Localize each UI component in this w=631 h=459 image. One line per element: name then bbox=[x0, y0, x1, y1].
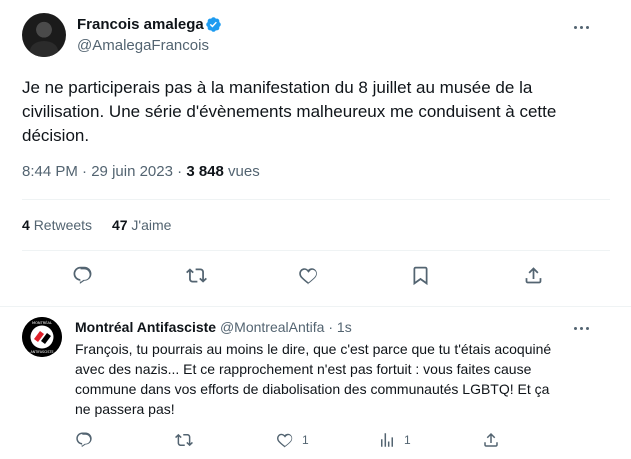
retweets-label: Retweets bbox=[33, 217, 93, 233]
tweet-meta: 8:44 PM · 29 juin 2023 · 3 848 vues bbox=[22, 163, 260, 181]
engagement-stats: 4 Retweets 47 J'aime bbox=[22, 216, 171, 234]
bookmark-icon bbox=[413, 266, 427, 285]
meta-separator: · bbox=[82, 163, 88, 180]
reply-more-options-icon[interactable] bbox=[570, 317, 592, 339]
reply-views-button[interactable]: 1 bbox=[378, 430, 411, 450]
share-icon bbox=[525, 266, 541, 283]
reply-like-count: 1 bbox=[302, 433, 309, 447]
likes-count: 47 bbox=[111, 217, 128, 233]
views-label: vues bbox=[228, 163, 260, 180]
reply-time[interactable]: 1s bbox=[337, 319, 352, 335]
likes-label: J'aime bbox=[131, 217, 172, 233]
tweet-date[interactable]: 29 juin 2023 bbox=[91, 163, 173, 180]
retweet-icon bbox=[185, 267, 207, 283]
like-icon bbox=[277, 433, 293, 448]
avatar-text-bottom: ANTIFASCISTE bbox=[30, 350, 53, 354]
share-icon bbox=[484, 432, 498, 447]
reply-button[interactable] bbox=[70, 263, 94, 287]
author-handle[interactable]: @AmalegaFrancois bbox=[77, 37, 209, 55]
reply-like-button[interactable]: 1 bbox=[276, 430, 309, 450]
reply-author-name[interactable]: Montréal Antifasciste bbox=[75, 319, 216, 335]
reply-text: François, tu pourrais au moins le dire, … bbox=[75, 341, 552, 417]
reply-retweet-button[interactable] bbox=[175, 430, 193, 450]
tweet-time[interactable]: 8:44 PM bbox=[22, 163, 78, 180]
reply-reply-button[interactable] bbox=[75, 430, 93, 450]
reply-views-count: 1 bbox=[404, 433, 411, 447]
main-tweet: Francois amalega @AmalegaFrancois Je ne … bbox=[0, 0, 631, 307]
bookmark-button[interactable] bbox=[408, 263, 432, 287]
likes-stat[interactable]: 47 J'aime bbox=[112, 217, 172, 233]
reply-avatar[interactable]: MONTRÉAL ANTIFASCISTE bbox=[22, 317, 62, 357]
reply-header: Montréal Antifasciste @MontrealAntifa · … bbox=[75, 318, 352, 336]
like-icon bbox=[298, 267, 317, 284]
reply-share-button[interactable] bbox=[482, 430, 500, 450]
like-button[interactable] bbox=[296, 263, 320, 287]
divider bbox=[22, 199, 610, 200]
views-chart-icon bbox=[381, 433, 393, 447]
views-count: 3 848 bbox=[186, 163, 224, 180]
author-name[interactable]: Francois amalega bbox=[77, 16, 204, 34]
reply-icon bbox=[73, 266, 91, 284]
reply-icon bbox=[76, 432, 92, 448]
meta-separator: · bbox=[177, 163, 183, 180]
tweet-text: Je ne participerais pas à la manifestati… bbox=[22, 78, 557, 145]
author-avatar[interactable] bbox=[22, 13, 66, 57]
divider bbox=[22, 250, 610, 251]
share-button[interactable] bbox=[521, 263, 545, 287]
reply-author-handle[interactable]: @MontrealAntifa bbox=[220, 319, 324, 335]
retweets-stat[interactable]: 4 Retweets bbox=[22, 217, 96, 233]
retweet-button[interactable] bbox=[184, 263, 208, 287]
retweets-count: 4 bbox=[22, 217, 30, 233]
verified-badge-icon bbox=[206, 17, 221, 32]
retweet-icon bbox=[175, 433, 193, 447]
reply-separator: · bbox=[328, 319, 334, 335]
avatar-text-top: MONTRÉAL bbox=[32, 320, 52, 325]
more-options-icon[interactable] bbox=[570, 16, 592, 38]
